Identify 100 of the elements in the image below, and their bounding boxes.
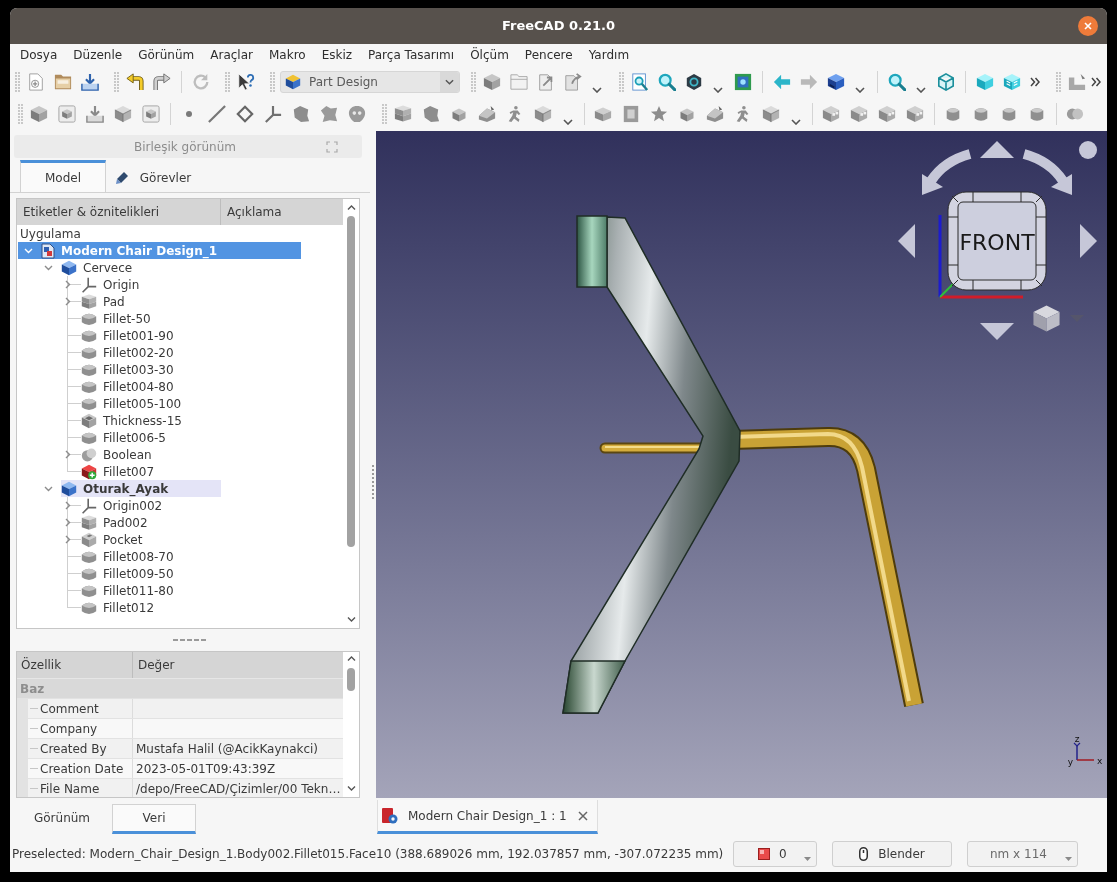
slab-icon[interactable]	[594, 105, 612, 123]
expand-icon[interactable]	[326, 140, 338, 153]
tree-item[interactable]: Fillet009-50	[18, 565, 301, 582]
draw-style-dropdown[interactable]: 0	[733, 841, 817, 867]
framed-block-icon[interactable]	[58, 105, 76, 123]
grip-icon[interactable]	[224, 71, 230, 93]
shape-icon[interactable]	[320, 105, 338, 123]
wedge-icon[interactable]	[478, 105, 496, 123]
caret-icon[interactable]	[592, 87, 602, 93]
undo-icon[interactable]	[125, 73, 144, 91]
pattern-block-icon[interactable]	[850, 105, 868, 123]
tree-item[interactable]: Fillet004-80	[18, 378, 301, 395]
menu-item[interactable]: Pencere	[516, 46, 581, 64]
folder-icon[interactable]	[509, 73, 528, 91]
caret-icon[interactable]	[791, 119, 801, 125]
navigation-cube[interactable]: FRONT	[947, 191, 1047, 291]
mouse-icon[interactable]	[859, 847, 869, 861]
column-header[interactable]: Etiketler & öznitelikleri	[17, 199, 221, 225]
cube-icon[interactable]	[826, 73, 845, 91]
refresh-icon[interactable]	[191, 73, 210, 91]
chevron-right-icon[interactable]	[65, 518, 71, 527]
caret-icon[interactable]	[804, 857, 811, 861]
tree-item[interactable]: Origin002	[18, 497, 301, 514]
rounded-block-icon[interactable]	[972, 105, 990, 123]
tree-item[interactable]: Fillet011-80	[18, 582, 301, 599]
grip-icon[interactable]	[113, 71, 119, 93]
close-button[interactable]	[1078, 16, 1098, 36]
block-icon[interactable]	[482, 73, 501, 91]
caret-icon[interactable]	[1065, 857, 1072, 861]
property-row[interactable]: Creation Date 2023-05-01T09:43:39Z	[17, 758, 343, 778]
grip-icon[interactable]	[14, 71, 20, 93]
pattern-block-icon[interactable]	[822, 105, 840, 123]
double-chevron-icon[interactable]	[1091, 77, 1101, 87]
workbench-dropdown[interactable]: Part Design	[280, 71, 460, 93]
tree-item[interactable]: Pocket	[18, 531, 301, 548]
chevron-down-icon[interactable]	[43, 264, 53, 271]
menu-item[interactable]: Düzenle	[65, 46, 131, 64]
magnifier-icon[interactable]	[887, 73, 906, 91]
shape-icon[interactable]	[422, 105, 440, 123]
star-shape-icon[interactable]	[650, 105, 668, 123]
column-header[interactable]: Özellik	[17, 652, 133, 678]
shape-icon[interactable]	[292, 105, 310, 123]
framed-block-icon[interactable]	[622, 105, 640, 123]
pattern-block-icon[interactable]	[906, 105, 924, 123]
property-row[interactable]: Created By Mustafa Halil (@AcikKaynakci)	[17, 738, 343, 758]
caret-icon[interactable]	[855, 87, 865, 93]
scrollbar-thumb[interactable]	[347, 216, 355, 547]
panel-tab[interactable]: Görevler	[106, 160, 200, 192]
down-arrow-icon[interactable]	[980, 323, 1014, 340]
chevron-right-icon[interactable]	[65, 501, 71, 510]
grip-icon[interactable]	[1055, 71, 1061, 93]
property-row[interactable]: Comment	[17, 698, 343, 718]
tree-item[interactable]: Boolean	[18, 446, 301, 463]
pointer-help-icon[interactable]	[236, 73, 255, 91]
column-header[interactable]: Açıklama	[221, 199, 343, 225]
panel-tab[interactable]: Model	[20, 160, 106, 192]
axes-icon[interactable]	[264, 105, 282, 123]
new-document-icon[interactable]	[26, 73, 45, 91]
double-chevron-icon[interactable]	[1030, 77, 1040, 87]
up-arrow-icon[interactable]	[980, 141, 1014, 158]
3d-viewport[interactable]: FRONT z y x	[376, 131, 1107, 798]
pattern-block-icon[interactable]	[878, 105, 896, 123]
pencil-icon[interactable]	[114, 170, 130, 185]
grip-icon[interactable]	[618, 71, 624, 93]
layered-block-icon[interactable]	[394, 105, 412, 123]
tree-item[interactable]: Thickness-15	[18, 412, 301, 429]
caret-icon[interactable]	[563, 119, 573, 125]
grip-icon[interactable]	[381, 103, 387, 125]
right-arrow-icon[interactable]	[1080, 224, 1097, 258]
cube-icon[interactable]	[1033, 305, 1060, 332]
chevron-down-icon[interactable]	[43, 485, 53, 492]
point-icon[interactable]	[186, 111, 192, 117]
l-shape-icon[interactable]	[1067, 73, 1086, 91]
document-arrow-icon[interactable]	[563, 73, 582, 91]
wireframe-cube-icon[interactable]	[936, 73, 955, 91]
menu-item[interactable]: Eskiz	[313, 46, 361, 64]
grip-icon[interactable]	[17, 103, 23, 125]
cube-icon[interactable]	[285, 74, 301, 90]
grip-icon[interactable]	[269, 71, 275, 93]
rotate-right-arrow-icon[interactable]	[1022, 149, 1072, 195]
left-arrow-icon[interactable]	[898, 224, 915, 258]
tree-item[interactable]: Pad	[18, 293, 301, 310]
wedge-icon[interactable]	[706, 105, 724, 123]
rounded-block-icon[interactable]	[944, 105, 962, 123]
splitter-handle-icon[interactable]	[173, 639, 207, 641]
chair-model-drawing[interactable]	[562, 215, 924, 714]
menu-item[interactable]: Ölçüm	[462, 46, 517, 64]
line-icon[interactable]	[208, 105, 226, 123]
dimension-dropdown[interactable]: nm x 114	[967, 841, 1078, 867]
patterned-cube-icon[interactable]	[1002, 73, 1021, 91]
menu-item[interactable]: Parça Tasarımı	[360, 46, 463, 64]
grip-icon[interactable]	[470, 71, 476, 93]
tree-item[interactable]: Fillet012	[18, 599, 301, 616]
redo-icon[interactable]	[152, 73, 171, 91]
navigation-style-button[interactable]: Blender	[832, 841, 952, 867]
zoom-page-icon[interactable]	[630, 73, 649, 91]
tree-item[interactable]: Fillet002-20	[18, 344, 301, 361]
tree-item[interactable]: Fillet-50	[18, 310, 301, 327]
round-shape-icon[interactable]	[348, 105, 366, 123]
chevron-right-icon[interactable]	[65, 450, 71, 459]
